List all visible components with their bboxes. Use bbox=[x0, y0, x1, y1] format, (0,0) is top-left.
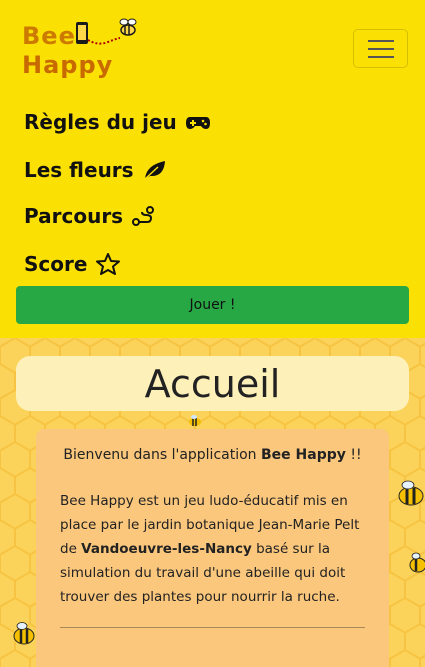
nav-link-parcours[interactable]: Parcours bbox=[24, 201, 157, 231]
nav-link-label: Règles du jeu bbox=[24, 110, 177, 134]
nav-link-label: Les fleurs bbox=[24, 158, 134, 182]
phone-bee-icon bbox=[76, 18, 137, 45]
navbar: Bee Happy Règles du jeu Les fleurs Parco… bbox=[0, 0, 425, 338]
bee-happy-logo[interactable]: Bee Happy bbox=[20, 16, 145, 84]
nav-link-fleurs[interactable]: Les fleurs bbox=[24, 155, 168, 185]
bee-icon bbox=[398, 480, 424, 506]
nav-link-label: Score bbox=[24, 252, 88, 276]
page-title-box: Accueil bbox=[16, 356, 409, 411]
bee-icon bbox=[409, 552, 425, 573]
star-icon bbox=[96, 253, 121, 275]
nav-link-regles[interactable]: Règles du jeu bbox=[24, 107, 211, 137]
bee-icon bbox=[13, 622, 35, 645]
divider bbox=[60, 627, 365, 628]
welcome-text: Bienvenu dans l'application Bee Happy !! bbox=[63, 447, 362, 463]
play-button[interactable]: Jouer ! bbox=[16, 286, 409, 324]
page-title: Accueil bbox=[144, 361, 281, 406]
app-description: Bee Happy est un jeu ludo-éducatif mis e… bbox=[60, 493, 360, 605]
leaf-icon bbox=[144, 161, 165, 180]
menu-toggle-button[interactable] bbox=[353, 29, 408, 68]
bee-icon bbox=[189, 415, 201, 426]
nav-link-label: Parcours bbox=[24, 204, 124, 228]
intro-card: Bienvenu dans l'application Bee Happy !!… bbox=[36, 429, 389, 667]
route-icon bbox=[132, 206, 155, 226]
nav-link-score[interactable]: Score bbox=[24, 249, 121, 279]
hamburger-icon bbox=[367, 39, 394, 42]
gamepad-icon bbox=[185, 117, 210, 129]
main-content: Accueil Bienvenu dans l'application Bee … bbox=[0, 338, 425, 667]
